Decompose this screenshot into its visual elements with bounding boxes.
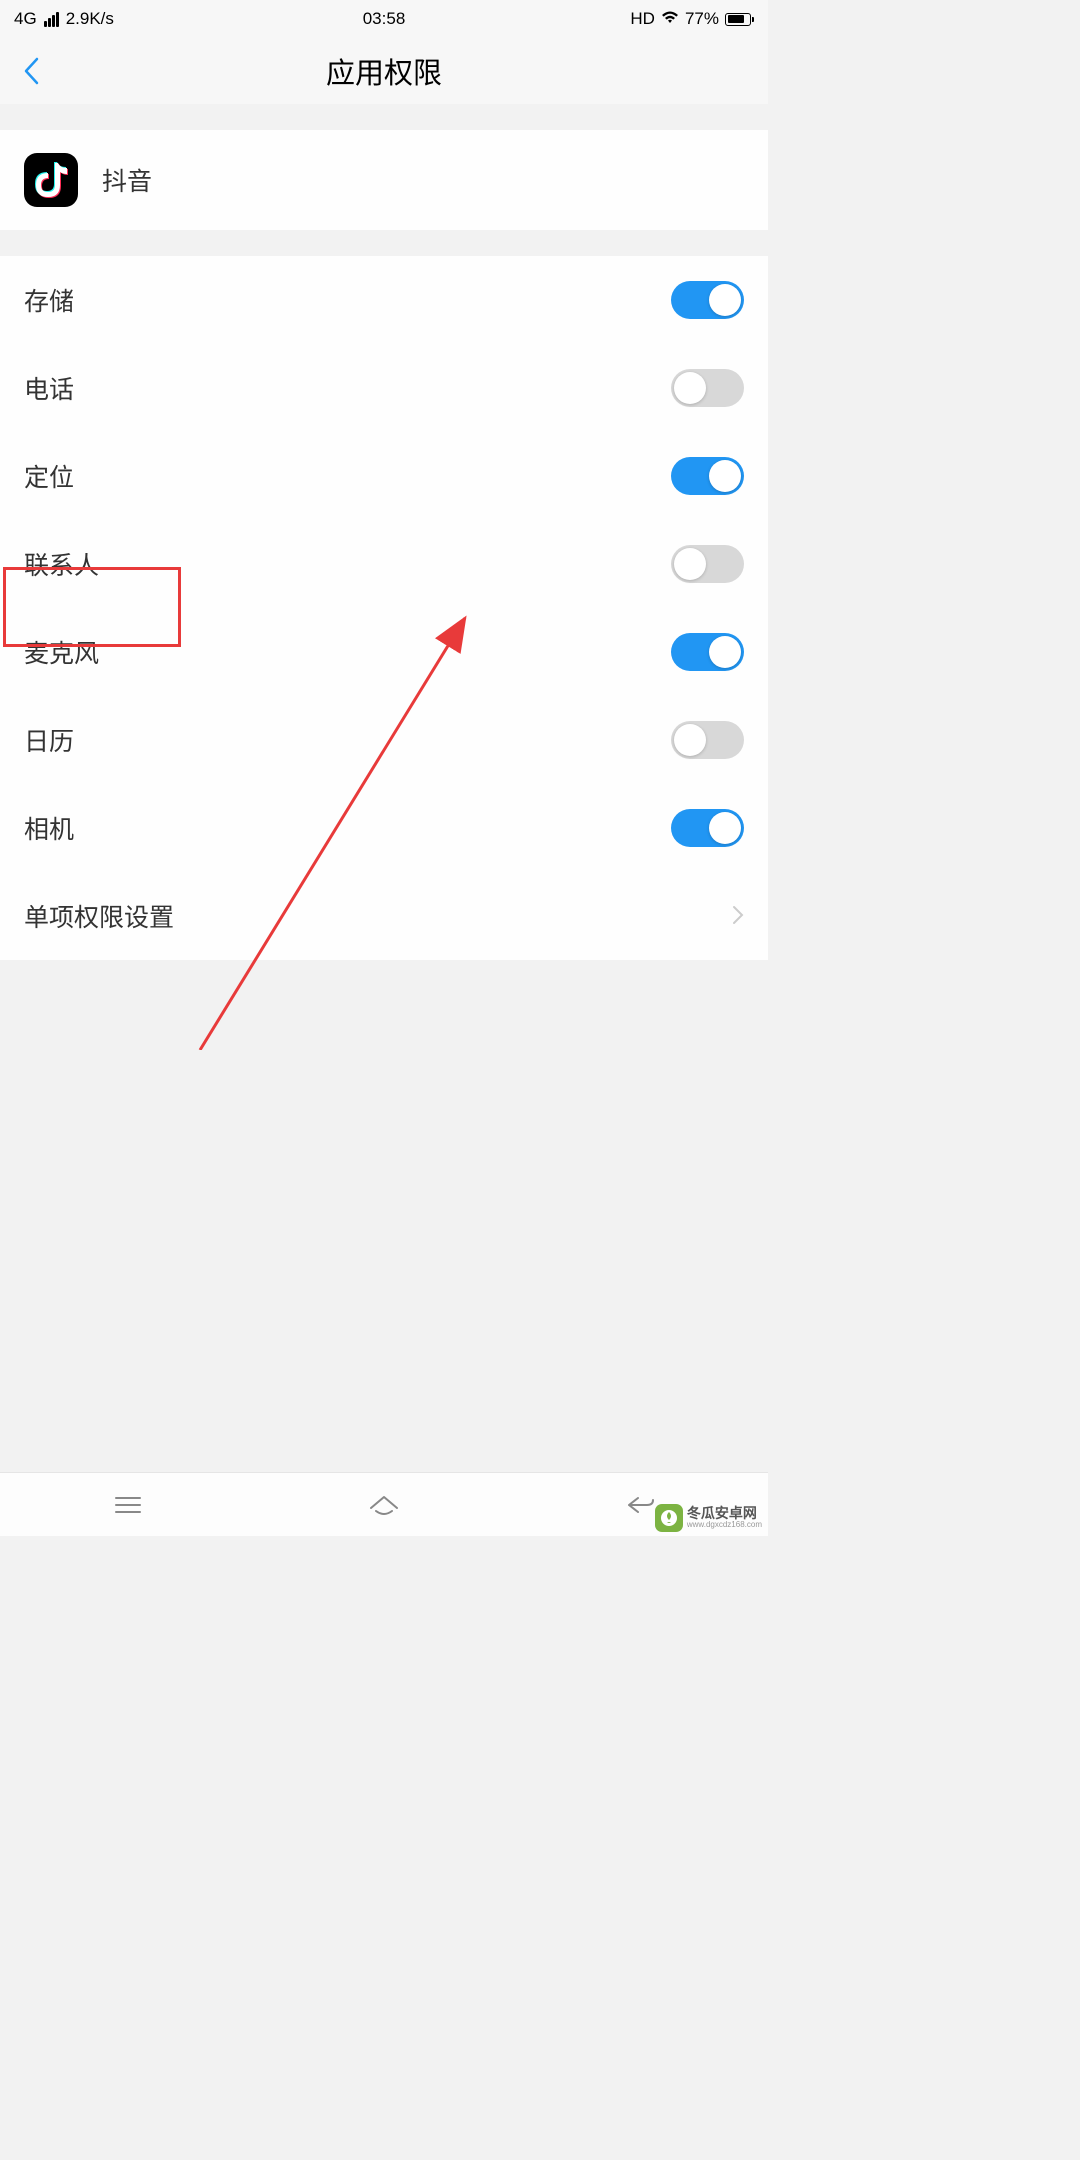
toggle-calendar[interactable]	[671, 721, 744, 759]
network-type: 4G	[14, 9, 37, 29]
nav-recent-button[interactable]	[107, 1490, 149, 1520]
toggle-location[interactable]	[671, 457, 744, 495]
toggle-phone[interactable]	[671, 369, 744, 407]
permission-row-camera: 相机	[0, 784, 768, 872]
permission-label: 日历	[24, 722, 74, 758]
permission-label: 麦克风	[24, 634, 99, 670]
permission-row-contacts: 联系人	[0, 520, 768, 608]
toggle-microphone[interactable]	[671, 633, 744, 671]
permission-row-location: 定位	[0, 432, 768, 520]
signal-icon	[44, 12, 59, 27]
toggle-contacts[interactable]	[671, 545, 744, 583]
app-header-row: 抖音	[0, 130, 768, 230]
wifi-icon	[661, 9, 679, 29]
battery-percent: 77%	[685, 9, 719, 29]
toggle-camera[interactable]	[671, 809, 744, 847]
permissions-list: 存储 电话 定位 联系人 麦克风 日历 相机 单项权限设置	[0, 256, 768, 960]
permission-row-phone: 电话	[0, 344, 768, 432]
watermark-url: www.dgxcdz168.com	[687, 1521, 762, 1530]
permission-label: 联系人	[24, 546, 99, 582]
battery-icon	[725, 13, 754, 26]
permission-row-storage: 存储	[0, 256, 768, 344]
permission-label: 定位	[24, 458, 74, 494]
back-button[interactable]	[22, 56, 42, 86]
permission-row-calendar: 日历	[0, 696, 768, 784]
toggle-storage[interactable]	[671, 281, 744, 319]
status-bar: 4G 2.9K/s 03:58 HD 77%	[0, 0, 768, 38]
hd-label: HD	[630, 9, 655, 29]
watermark-icon	[655, 1504, 683, 1532]
watermark-text: 冬瓜安卓网 www.dgxcdz168.com	[687, 1506, 762, 1530]
header-bar: 应用权限	[0, 38, 768, 104]
permission-label: 相机	[24, 810, 74, 846]
advanced-permissions-row[interactable]: 单项权限设置	[0, 872, 768, 960]
watermark-title: 冬瓜安卓网	[687, 1506, 762, 1521]
status-right-group: HD 77%	[630, 9, 754, 29]
watermark: 冬瓜安卓网 www.dgxcdz168.com	[655, 1504, 762, 1532]
status-left-group: 4G 2.9K/s	[14, 9, 114, 29]
permission-label: 存储	[24, 282, 74, 318]
douyin-app-icon	[24, 153, 78, 207]
divider	[0, 230, 768, 256]
app-name-label: 抖音	[102, 162, 152, 198]
page-title: 应用权限	[326, 50, 442, 92]
network-speed: 2.9K/s	[66, 9, 114, 29]
divider	[0, 104, 768, 130]
chevron-right-icon	[732, 901, 744, 932]
permission-label: 电话	[24, 370, 74, 406]
navigation-bar	[0, 1472, 768, 1536]
status-time: 03:58	[363, 9, 406, 29]
nav-home-button[interactable]	[363, 1490, 405, 1520]
permission-row-microphone: 麦克风	[0, 608, 768, 696]
advanced-permissions-label: 单项权限设置	[24, 898, 174, 934]
